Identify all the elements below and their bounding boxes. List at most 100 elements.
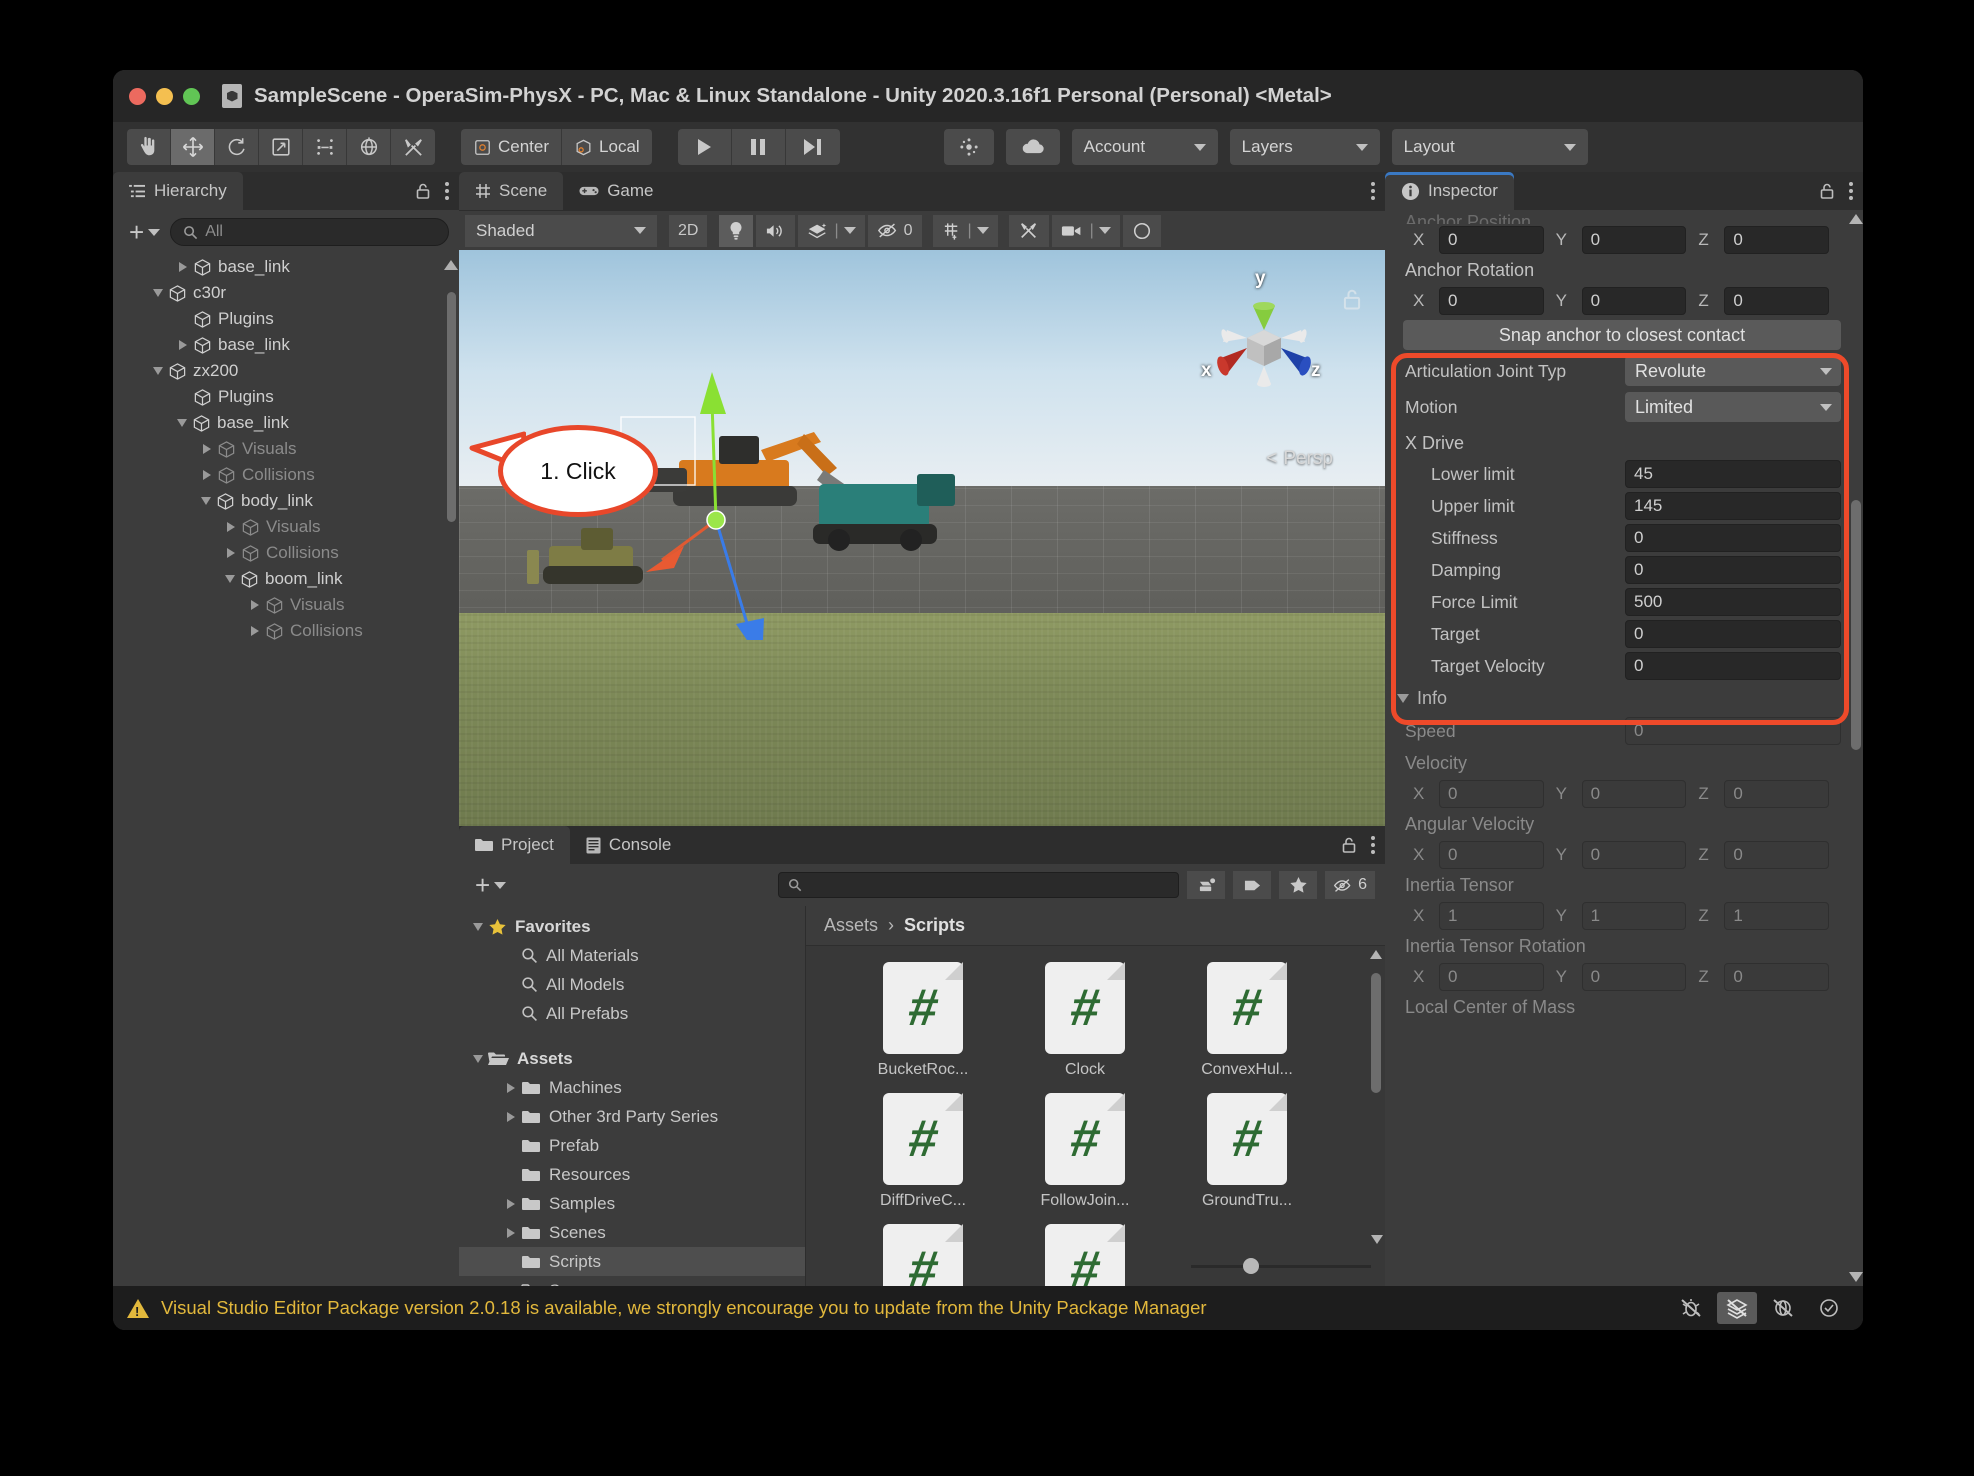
project-tree-item[interactable]: Prefab — [459, 1131, 805, 1160]
project-tree-item[interactable]: All Models — [459, 970, 805, 999]
rotate-tool-button[interactable] — [215, 129, 259, 165]
triangle-down-icon[interactable] — [473, 923, 483, 931]
project-filter-favorite-button[interactable] — [1279, 871, 1317, 899]
hierarchy-item[interactable]: base_link — [113, 332, 459, 358]
triangle-right-icon[interactable] — [251, 600, 259, 610]
gizmo-hidden-icon[interactable] — [1763, 1292, 1803, 1324]
project-tree-item[interactable]: Favorites — [459, 912, 805, 941]
hierarchy-item[interactable]: zx200 — [113, 358, 459, 384]
info-foldout[interactable]: Info — [1385, 682, 1863, 713]
inspector-content[interactable]: Anchor Position X 0 Y 0 Z 0 Anchor Rotat… — [1385, 210, 1863, 1286]
tab-scene[interactable]: Scene — [459, 172, 563, 210]
close-button[interactable] — [129, 88, 146, 105]
tab-hierarchy[interactable]: Hierarchy — [113, 172, 243, 210]
hierarchy-item[interactable]: Visuals — [113, 514, 459, 540]
maximize-button[interactable] — [183, 88, 200, 105]
breadcrumb-assets[interactable]: Assets — [824, 915, 878, 936]
triangle-right-icon[interactable] — [227, 522, 235, 532]
triangle-right-icon[interactable] — [507, 1228, 515, 1238]
project-menu-button[interactable] — [1371, 836, 1375, 854]
custom-tool-button[interactable] — [391, 129, 435, 165]
hierarchy-scrollbar[interactable] — [447, 292, 456, 522]
draw-mode-dropdown[interactable]: Shaded — [465, 215, 657, 247]
transform-tool-button[interactable] — [347, 129, 391, 165]
inspector-scroll-up-arrow[interactable] — [1849, 214, 1863, 224]
tab-project[interactable]: Project — [459, 826, 570, 864]
project-tree-item[interactable]: Assets — [459, 1044, 805, 1073]
asset-item[interactable]: #BucketRoc... — [842, 962, 1004, 1079]
scene-lock-open-icon[interactable] — [1341, 286, 1363, 312]
scene-audio-button[interactable] — [756, 215, 795, 247]
project-search-input[interactable] — [778, 872, 1179, 898]
hierarchy-item[interactable]: Visuals — [113, 436, 459, 462]
project-tree-item[interactable]: All Prefabs — [459, 999, 805, 1028]
anchor-rotation-y-field[interactable]: 0 — [1582, 287, 1687, 315]
layout-dropdown[interactable]: Layout — [1392, 129, 1588, 165]
breadcrumb-scripts[interactable]: Scripts — [904, 915, 965, 936]
account-dropdown[interactable]: Account — [1072, 129, 1218, 165]
move-tool-button[interactable] — [171, 129, 215, 165]
project-filter-label-button[interactable] — [1233, 871, 1271, 899]
hierarchy-menu-button[interactable] — [445, 182, 449, 200]
project-tree-item[interactable]: Machines — [459, 1073, 805, 1102]
tab-inspector[interactable]: Inspector — [1385, 172, 1514, 210]
project-tree-item[interactable]: All Materials — [459, 941, 805, 970]
project-filter-package-button[interactable] — [1187, 871, 1225, 899]
motion-dropdown[interactable]: Limited — [1625, 392, 1841, 422]
project-tree-item[interactable]: Sensors — [459, 1276, 805, 1286]
articulation-joint-type-dropdown[interactable]: Revolute — [1625, 356, 1841, 386]
anchor-position-z-field[interactable]: 0 — [1724, 226, 1829, 254]
asset-grid[interactable]: #BucketRoc...#Clock#ConvexHul...#DiffDri… — [806, 946, 1385, 1286]
triangle-right-icon[interactable] — [507, 1199, 515, 1209]
triangle-right-icon[interactable] — [507, 1112, 515, 1122]
x-drive-row-field[interactable]: 0 — [1625, 620, 1841, 648]
scene-view[interactable]: y x z <Persp — [459, 250, 1385, 826]
layers-dropdown[interactable]: Layers — [1230, 129, 1380, 165]
triangle-right-icon[interactable] — [203, 444, 211, 454]
project-tree-item[interactable]: Other 3rd Party Series — [459, 1102, 805, 1131]
play-button[interactable] — [678, 129, 732, 165]
project-tree-item[interactable]: Scenes — [459, 1218, 805, 1247]
asset-item[interactable]: #Clock — [1004, 962, 1166, 1079]
x-drive-row-field[interactable]: 45 — [1625, 460, 1841, 488]
scene-hidden-objects-button[interactable]: 0 — [868, 215, 922, 247]
step-button[interactable] — [786, 129, 840, 165]
asset-item[interactable]: #GroundTru... — [1166, 1093, 1328, 1210]
triangle-right-icon[interactable] — [203, 470, 211, 480]
triangle-right-icon[interactable] — [227, 548, 235, 558]
hierarchy-item[interactable]: Collisions — [113, 540, 459, 566]
hierarchy-item[interactable]: base_link — [113, 410, 459, 436]
scale-tool-button[interactable] — [259, 129, 303, 165]
scene-fx-button[interactable]: | — [798, 215, 864, 247]
layers-stack-icon[interactable] — [1717, 1292, 1757, 1324]
hierarchy-scroll-up-arrow[interactable] — [444, 260, 458, 270]
hierarchy-item[interactable]: Collisions — [113, 618, 459, 644]
lock-open-icon[interactable] — [1819, 182, 1835, 200]
x-drive-row-field[interactable]: 145 — [1625, 492, 1841, 520]
x-drive-row-field[interactable]: 0 — [1625, 524, 1841, 552]
lock-open-icon[interactable] — [1341, 836, 1357, 854]
tab-game[interactable]: Game — [563, 172, 669, 210]
minimize-button[interactable] — [156, 88, 173, 105]
asset-item[interactable]: #JointPosC... — [1004, 1224, 1166, 1286]
tab-console[interactable]: Console — [570, 826, 687, 864]
scroll-down-arrow[interactable] — [1371, 1235, 1383, 1244]
asset-item[interactable]: #ConvexHul... — [1166, 962, 1328, 1079]
triangle-right-icon[interactable] — [179, 340, 187, 350]
project-add-button[interactable]: + — [469, 872, 512, 898]
anchor-rotation-z-field[interactable]: 0 — [1724, 287, 1829, 315]
pause-button[interactable] — [732, 129, 786, 165]
hierarchy-add-button[interactable]: + — [123, 219, 166, 245]
inspector-scrollbar[interactable] — [1851, 500, 1861, 750]
hierarchy-item[interactable]: c30r — [113, 280, 459, 306]
hierarchy-item[interactable]: Visuals — [113, 592, 459, 618]
rect-tool-button[interactable] — [303, 129, 347, 165]
triangle-down-icon[interactable] — [153, 367, 163, 375]
hierarchy-item[interactable]: body_link — [113, 488, 459, 514]
inspector-menu-button[interactable] — [1849, 182, 1853, 200]
asset-item[interactable]: #FollowJoin... — [1004, 1093, 1166, 1210]
project-tree[interactable]: FavoritesAll MaterialsAll ModelsAll Pref… — [459, 906, 805, 1286]
hierarchy-search-input[interactable]: All — [170, 218, 449, 246]
hierarchy-tree[interactable]: base_linkc30rPluginsbase_linkzx200Plugin… — [113, 254, 459, 1286]
collab-button[interactable] — [1006, 129, 1060, 165]
